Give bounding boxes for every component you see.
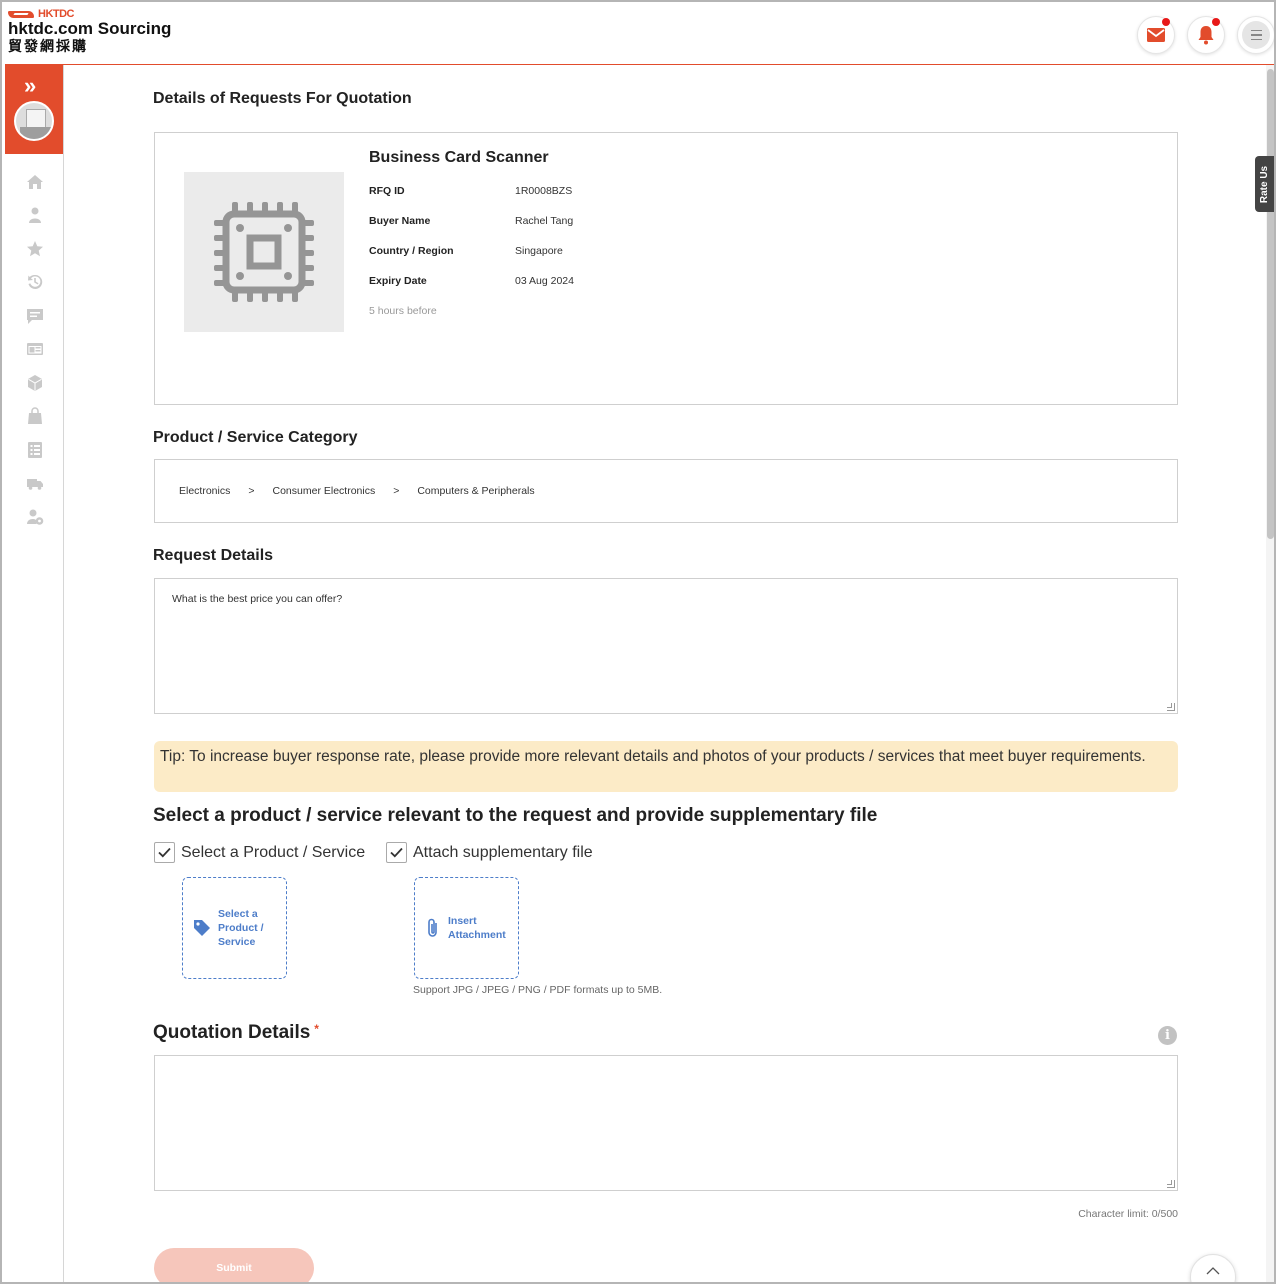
category-section-title: Product / Service Category [153,429,358,446]
rate-us-tab[interactable]: Rate Us [1255,156,1274,212]
sidebar-item-products[interactable] [5,366,64,400]
select-product-checkbox-row[interactable]: Select a Product / Service [154,842,365,863]
browser-icon [26,343,43,356]
rfq-product-name: Business Card Scanner [369,149,549,166]
category-level-2: Consumer Electronics [272,485,376,497]
rate-us-label: Rate Us [1259,165,1271,203]
category-level-1: Electronics [179,485,231,497]
rfq-field-label: Expiry Date [369,275,427,287]
bell-icon [1198,26,1214,45]
logo-brand-main: hktdc.com Sourcing [8,19,172,38]
mail-notification-dot [1162,18,1170,26]
paperclip-icon [428,918,437,937]
submit-button[interactable]: Submit [154,1248,314,1282]
user-settings-icon [26,509,43,525]
request-section-title: Request Details [153,547,274,564]
sidebar-item-profile[interactable] [5,199,64,233]
insert-attachment-button-label: Insert Attachment [448,915,506,941]
resize-handle-icon[interactable] [1167,1180,1175,1188]
tip-banner: Tip: To increase buyer response rate, pl… [154,741,1178,792]
app-frame: HKTDC hktdc.com Sourcing 貿發網採購 » Rate Us… [0,0,1276,1284]
character-limit-counter: Character limit: 0/500 [1078,1208,1178,1220]
expand-sidebar-icon[interactable]: » [24,75,36,97]
select-product-checkbox-label: Select a Product / Service [181,843,366,861]
main-content: Details of Requests For Quotation Busine… [153,65,1178,1282]
top-header: HKTDC hktdc.com Sourcing 貿發網採購 [5,4,1274,65]
request-details-textarea[interactable]: What is the best price you can offer? [154,578,1178,714]
cube-icon [27,374,42,391]
page-title: Details of Requests For Quotation [153,90,412,107]
bag-icon [27,407,42,425]
tag-icon [194,920,210,936]
resize-handle-icon[interactable] [1167,703,1175,711]
menu-button[interactable] [1237,16,1274,54]
sidebar-nav [5,165,64,534]
truck-icon [26,479,43,491]
rfq-posted-time: 5 hours before [369,305,437,317]
sidebar-profile-panel: » [5,65,63,154]
supplementary-section-title: Select a product / service relevant to t… [153,805,878,826]
sidebar-item-logistics[interactable] [5,467,64,501]
select-product-button-label: Select a Product / Service [218,908,264,948]
sidebar-item-favourites[interactable] [5,232,64,266]
product-image-placeholder [184,172,344,332]
home-icon [26,174,43,189]
rfq-field-value: Singapore [515,245,563,257]
breadcrumb-separator: > [248,485,255,497]
sidebar-item-webpage[interactable] [5,333,64,367]
scroll-to-top-button[interactable] [1190,1254,1236,1282]
quotation-details-textarea[interactable] [154,1055,1178,1191]
checkmark-icon [390,847,403,858]
quotation-section-title: Quotation Details * [153,1022,319,1044]
rfq-field-label: Buyer Name [369,215,431,227]
sidebar-item-messages[interactable] [5,299,64,333]
select-product-button[interactable]: Select a Product / Service [182,877,287,979]
hktdc-logo-mark-icon [8,10,36,19]
sidebar-item-rfq[interactable] [5,433,64,467]
quotation-title-text: Quotation Details [153,1022,311,1043]
rfq-field-label: Country / Region [369,245,454,257]
scrollbar-thumb[interactable] [1267,69,1274,539]
sidebar-item-home[interactable] [5,165,64,199]
notification-button[interactable] [1187,16,1225,54]
sidebar-item-account-settings[interactable] [5,500,64,534]
document-list-icon [27,441,42,458]
mail-button[interactable] [1137,16,1175,54]
checkmark-icon [158,847,171,858]
request-details-text: What is the best price you can offer? [172,593,343,605]
breadcrumb-separator: > [393,485,400,497]
sidebar-item-history[interactable] [5,266,64,300]
menu-icon [1242,21,1270,49]
sidebar-item-orders[interactable] [5,400,64,434]
chip-icon [214,202,314,302]
user-icon [28,207,41,224]
category-breadcrumb: Electronics > Consumer Electronics > Com… [154,459,1178,523]
chevron-up-icon [1206,1267,1220,1275]
message-icon [26,308,43,324]
attachment-format-note: Support JPG / JPEG / PNG / PDF formats u… [413,984,663,996]
rfq-field-value: 1R0008BZS [515,185,573,197]
logo-brand-chinese: 貿發網採購 [8,38,88,54]
rfq-summary-card: Business Card Scanner RFQ ID 1R0008BZS B… [154,132,1178,405]
bell-notification-dot [1212,18,1220,26]
rfq-field-value: Rachel Tang [515,215,574,227]
history-icon [27,275,42,290]
category-level-3: Computers & Peripherals [417,485,535,497]
mail-icon [1147,28,1165,42]
select-product-checkbox[interactable] [154,842,175,863]
info-icon[interactable]: i [1158,1026,1177,1045]
page-scrollbar[interactable] [1266,65,1274,1282]
attach-file-checkbox[interactable] [386,842,407,863]
attach-file-checkbox-label: Attach supplementary file [413,843,593,861]
attach-file-checkbox-row[interactable]: Attach supplementary file [386,842,593,863]
hktdc-logo[interactable]: HKTDC hktdc.com Sourcing 貿發網採購 [8,8,171,55]
left-sidebar: » [5,65,64,1282]
rfq-field-value: 03 Aug 2024 [515,275,574,287]
required-mark: * [314,1022,319,1036]
rfq-field-label: RFQ ID [369,185,405,197]
insert-attachment-button[interactable]: Insert Attachment [414,877,519,979]
star-icon [26,240,43,256]
avatar[interactable] [14,101,54,141]
